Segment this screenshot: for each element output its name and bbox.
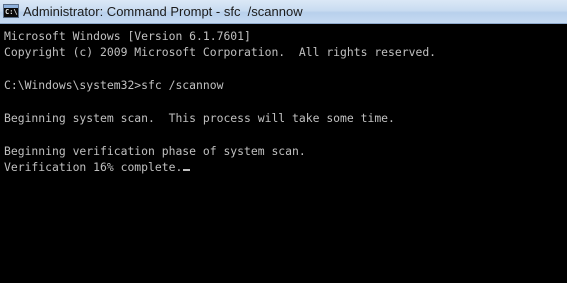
cmd-prompt-icon[interactable]: C:\: [3, 4, 19, 18]
console-current-line: Verification 16% complete.: [4, 159, 567, 175]
console-line: Beginning system scan. This process will…: [4, 110, 395, 125]
console-line-text: Verification 16% complete.: [4, 160, 183, 175]
console-output[interactable]: Microsoft Windows [Version 6.1.7601] Cop…: [0, 24, 567, 283]
title-bar[interactable]: C:\ Administrator: Command Prompt - sfc …: [0, 0, 567, 24]
cmd-prompt-icon-glyph: C:\: [5, 8, 18, 16]
window-title: Administrator: Command Prompt - sfc /sca…: [23, 4, 303, 19]
text-cursor: [183, 169, 191, 172]
command-prompt-window: C:\ Administrator: Command Prompt - sfc …: [0, 0, 567, 283]
console-line: C:\Windows\system32>sfc /scannow: [4, 78, 224, 93]
console-line: Copyright (c) 2009 Microsoft Corporation…: [4, 45, 437, 60]
console-line: Beginning verification phase of system s…: [4, 143, 306, 158]
console-line: Microsoft Windows [Version 6.1.7601]: [4, 29, 251, 43]
